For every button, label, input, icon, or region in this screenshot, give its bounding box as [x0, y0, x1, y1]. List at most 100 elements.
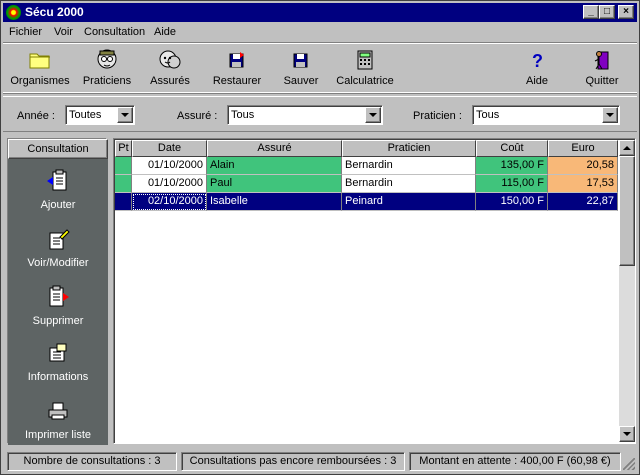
toolbar-sauver-label: Sauver [283, 75, 319, 87]
sidebar-item-supprimer[interactable]: Supprimer [8, 283, 108, 327]
toolbar-assures-button[interactable]: Assurés [145, 47, 195, 87]
scroll-up-button[interactable] [619, 140, 635, 156]
close-icon: × [623, 6, 629, 17]
cell-assure: Isabelle [207, 193, 342, 211]
menu-aide[interactable]: Aide [154, 26, 176, 38]
sidebar-item-informations-label: Informations [27, 371, 89, 383]
sidebar-item-imprimer-liste[interactable]: Imprimer liste [8, 397, 108, 441]
resize-grip[interactable] [623, 458, 635, 470]
menu-aide-label: Aide [154, 26, 177, 38]
maximize-button[interactable]: □ [599, 5, 615, 19]
menu-fichier-label: Fichier [9, 26, 43, 38]
toolbar-praticiens-button[interactable]: Praticiens [79, 47, 135, 87]
praticien-select[interactable]: Tous [472, 105, 620, 125]
menu-fichier[interactable]: Fichier [9, 26, 42, 38]
sidebar-item-supprimer-label: Supprimer [32, 315, 84, 327]
toolbar-calculatrice-button[interactable]: Calculatrice [333, 47, 397, 87]
filter-bar: Année : Toutes Assuré : Tous Praticien :… [3, 96, 637, 132]
scroll-thumb[interactable] [619, 156, 635, 266]
toolbar-assures-label: Assurés [150, 75, 190, 87]
toolbar-sauver-button[interactable]: Sauver [279, 47, 323, 87]
sidebar-item-voir-modifier-label: Voir/Modifier [27, 257, 89, 269]
menu-consultation-label: Consultation [84, 26, 146, 38]
add-document-icon [47, 169, 67, 191]
cell-praticien: Bernardin [342, 175, 476, 193]
status-unpaid-count: Consultations pas encore remboursées : 3 [181, 452, 405, 471]
chevron-down-icon [121, 113, 129, 117]
table-row[interactable]: 01/10/2000 Paul Bernardin 115,00 F 17,53 [115, 175, 618, 193]
consultations-table: Pt Date Assuré Praticien Coût Euro 01/10… [113, 138, 636, 444]
cell-cout: 150,00 F [476, 193, 548, 211]
cell-euro: 17,53 [548, 175, 618, 193]
assure-label: Assuré : [177, 110, 218, 122]
save-disk-icon [293, 53, 308, 68]
cell-cout: 115,00 F [476, 175, 548, 193]
toolbar-calculatrice-label: Calculatrice [336, 75, 394, 87]
sidebar-item-ajouter[interactable]: Ajouter [8, 167, 108, 211]
cell-date: 01/10/2000 [132, 175, 207, 193]
annee-select[interactable]: Toutes [65, 105, 135, 125]
table-row-selected[interactable]: 02/10/2000 Isabelle Peinard 150,00 F 22,… [115, 193, 618, 211]
sidebar-item-informations[interactable]: Informations [8, 339, 108, 383]
svg-text:?: ? [532, 51, 543, 70]
sidebar-item-ajouter-label: Ajouter [40, 199, 76, 211]
info-document-icon [49, 343, 67, 362]
column-header-euro[interactable]: Euro [548, 140, 618, 157]
menu-voir[interactable]: Voir [54, 26, 73, 38]
folder-icon [29, 53, 50, 69]
cell-pt [115, 193, 132, 211]
column-header-date[interactable]: Date [132, 140, 207, 157]
table-header: Pt Date Assuré Praticien Coût Euro [115, 140, 618, 157]
sidebar-item-imprimer-liste-label: Imprimer liste [24, 429, 91, 441]
assure-value: Tous [231, 109, 255, 121]
annee-dropdown-button[interactable] [117, 107, 133, 123]
close-button[interactable]: × [618, 5, 634, 19]
toolbar-aide-button[interactable]: ? Aide [519, 47, 555, 87]
minimize-button[interactable]: _ [583, 5, 599, 19]
praticien-dropdown-button[interactable] [602, 107, 618, 123]
menu-bar: Fichier Voir Consultation Aide [3, 23, 637, 41]
toolbar-quitter-button[interactable]: Quitter [581, 47, 623, 87]
cell-cout: 135,00 F [476, 157, 548, 175]
cell-praticien: Peinard [342, 193, 476, 211]
cell-assure: Alain [207, 157, 342, 175]
menu-consultation[interactable]: Consultation [84, 26, 145, 38]
title-bar[interactable]: Sécu 2000 _ □ × [3, 3, 637, 22]
column-header-cout[interactable]: Coût [476, 140, 548, 157]
table-row[interactable]: 01/10/2000 Alain Bernardin 135,00 F 20,5… [115, 157, 618, 175]
vertical-scrollbar[interactable] [619, 140, 635, 442]
column-header-assure[interactable]: Assuré [207, 140, 342, 157]
calculator-icon [357, 50, 373, 70]
assure-select[interactable]: Tous [227, 105, 383, 125]
menu-voir-label: Voir [54, 26, 73, 38]
toolbar-organismes-button[interactable]: Organismes [9, 47, 71, 87]
column-header-praticien[interactable]: Praticien [342, 140, 476, 157]
cell-date: 02/10/2000 [132, 193, 207, 211]
restore-disk-icon [229, 52, 244, 68]
sidebar-item-voir-modifier[interactable]: Voir/Modifier [8, 225, 108, 269]
exit-door-icon [594, 51, 609, 70]
window-title: Sécu 2000 [25, 5, 84, 19]
edit-document-icon [49, 229, 70, 250]
cell-pt [115, 157, 132, 175]
toolbar-restaurer-button[interactable]: Restaurer [208, 47, 266, 87]
consultation-panel-body: Ajouter Voir/Modifier Supprimer Informat… [8, 159, 108, 445]
chevron-down-icon [606, 113, 614, 117]
doctor-icon [97, 49, 117, 69]
cell-assure: Paul [207, 175, 342, 193]
cell-euro: 20,58 [548, 157, 618, 175]
chevron-down-icon [369, 113, 377, 117]
column-header-pt[interactable]: Pt [115, 140, 132, 157]
help-icon: ? [532, 51, 543, 70]
annee-label: Année : [17, 110, 55, 122]
toolbar-quitter-label: Quitter [585, 75, 619, 87]
annee-value: Toutes [69, 109, 102, 121]
toolbar-organismes-label: Organismes [10, 75, 70, 87]
toolbar-aide-label: Aide [525, 75, 549, 87]
assure-dropdown-button[interactable] [365, 107, 381, 123]
scroll-down-button[interactable] [619, 426, 635, 442]
consultation-panel: Consultation Ajouter Voir/Modifier Suppr… [7, 138, 108, 445]
app-window: Sécu 2000 _ □ × Fichier Voir Consultatio… [0, 0, 640, 475]
app-logo-icon[interactable] [6, 5, 21, 20]
maximize-icon: □ [603, 6, 611, 17]
